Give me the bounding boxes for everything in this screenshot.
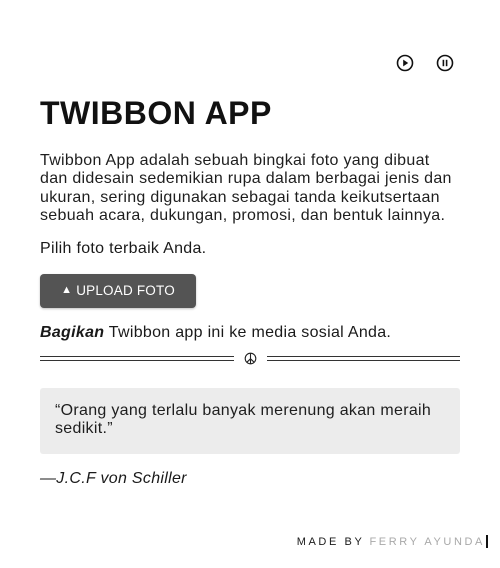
share-rest-text: Twibbon app ini ke media sosial Anda. (104, 323, 392, 341)
divider-rule-left (40, 356, 234, 362)
upload-button-label: UPLOAD FOTO (76, 283, 175, 299)
divider-rule-right (266, 356, 460, 362)
footer-author-link[interactable]: FERRY AYUNDA (369, 536, 485, 548)
quote-author: —J.C.F von Schiller (40, 469, 187, 487)
text-cursor (486, 535, 488, 548)
main-content: TWIBBON APP Twibbon App adalah sebuah bi… (40, 94, 460, 488)
footer-made-by: MADE BY (296, 535, 365, 548)
pause-circle-icon[interactable] (436, 54, 454, 72)
upload-photo-button[interactable]: ▲ UPLOAD FOTO (40, 273, 196, 308)
media-controls (396, 54, 454, 72)
section-divider (40, 352, 460, 366)
page: TWIBBON APP Twibbon App adalah sebuah bi… (0, 0, 500, 568)
app-description: Twibbon App adalah sebuah bingkai foto y… (40, 152, 452, 225)
upload-prompt: Pilih foto terbaik Anda. (40, 239, 207, 257)
peace-icon (244, 352, 257, 365)
share-bold-text: Bagikan (40, 323, 105, 341)
quote-box: “Orang yang terlalu banyak merenung akan… (40, 387, 460, 454)
play-circle-icon[interactable] (396, 54, 414, 72)
quote-text: “Orang yang terlalu banyak merenung akan… (55, 401, 432, 438)
upload-triangle-icon: ▲ (61, 284, 73, 297)
footer-credit: MADE BY FERRY AYUNDA (297, 535, 488, 548)
share-text: Bagikan Twibbon app ini ke media sosial … (40, 324, 460, 342)
page-title: TWIBBON APP (40, 95, 272, 131)
